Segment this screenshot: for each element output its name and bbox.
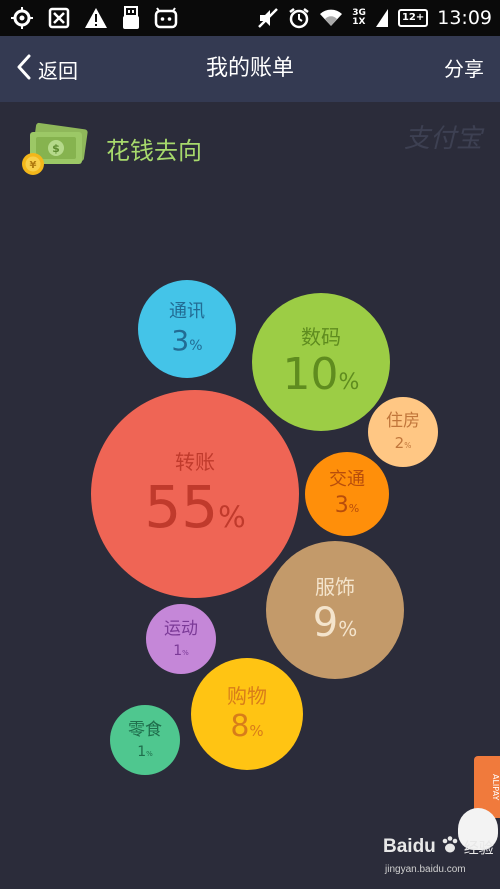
app-icon <box>48 7 70 29</box>
bubble-category: 运动 <box>164 618 198 639</box>
bubble-5[interactable]: 通讯 3% <box>138 280 236 378</box>
bubble-category: 住房 <box>386 411 420 431</box>
bubble-8[interactable]: 运动 1% <box>146 604 216 674</box>
section-title: 花钱去向 <box>106 137 202 165</box>
money-icon: $ ¥ <box>20 122 92 182</box>
wifi-icon <box>319 8 343 28</box>
bubble-2[interactable]: 数码 10% <box>252 293 390 431</box>
bubble-6[interactable]: 交通 3% <box>305 452 389 536</box>
bubble-category: 购物 <box>227 684 267 708</box>
bubble-category: 转账 <box>175 450 215 474</box>
bubble-1[interactable]: 转账 55% <box>91 390 299 598</box>
bubble-category: 服饰 <box>315 575 355 599</box>
location-icon <box>10 6 34 30</box>
bubble-percent: 8% <box>230 709 264 744</box>
usb-icon <box>122 6 140 30</box>
battery-icon: 12+ <box>397 9 429 27</box>
svg-text:$: $ <box>52 142 60 155</box>
paw-icon <box>440 835 460 859</box>
signal-icon <box>375 8 389 28</box>
alarm-icon <box>288 7 310 29</box>
bubble-percent: 3% <box>334 493 360 518</box>
page-title: 我的账单 <box>205 56 294 81</box>
bubble-7[interactable]: 住房 2% <box>368 397 438 467</box>
warning-icon <box>84 7 108 29</box>
bubble-percent: 1% <box>173 642 189 659</box>
svg-text:¥: ¥ <box>30 160 37 171</box>
bubble-4[interactable]: 购物 8% <box>191 658 303 770</box>
share-button[interactable]: 分享 <box>444 36 484 102</box>
bubble-percent: 1% <box>137 743 153 760</box>
bubble-category: 通讯 <box>169 301 205 322</box>
mute-icon <box>257 7 279 29</box>
baidu-logo: Baidu 经验 <box>383 835 494 859</box>
baidu-url: jingyan.baidu.com <box>385 864 466 875</box>
status-bar: 3G 1X 12+ 13:09 <box>0 0 500 36</box>
alipay-watermark: 支付宝 <box>403 124 482 154</box>
bubble-percent: 3% <box>171 324 203 357</box>
bubble-percent: 9% <box>312 600 358 646</box>
nav-bar: 返回 我的账单 分享 <box>0 36 500 102</box>
robot-icon <box>154 7 178 29</box>
bubble-9[interactable]: 零食 1% <box>110 705 180 775</box>
baidu-brand: Baidu <box>383 836 436 857</box>
clock: 13:09 <box>437 7 492 29</box>
bubble-percent: 2% <box>394 434 412 452</box>
bubble-percent: 55% <box>144 473 246 541</box>
bubble-3[interactable]: 服饰 9% <box>266 541 404 679</box>
network-type: 3G 1X <box>352 8 366 27</box>
bubble-category: 零食 <box>128 719 162 740</box>
baidu-jingyan: 经验 <box>463 838 494 857</box>
bubble-percent: 10% <box>282 349 360 400</box>
bubble-category: 数码 <box>301 325 341 349</box>
bubble-category: 交通 <box>329 469 365 490</box>
